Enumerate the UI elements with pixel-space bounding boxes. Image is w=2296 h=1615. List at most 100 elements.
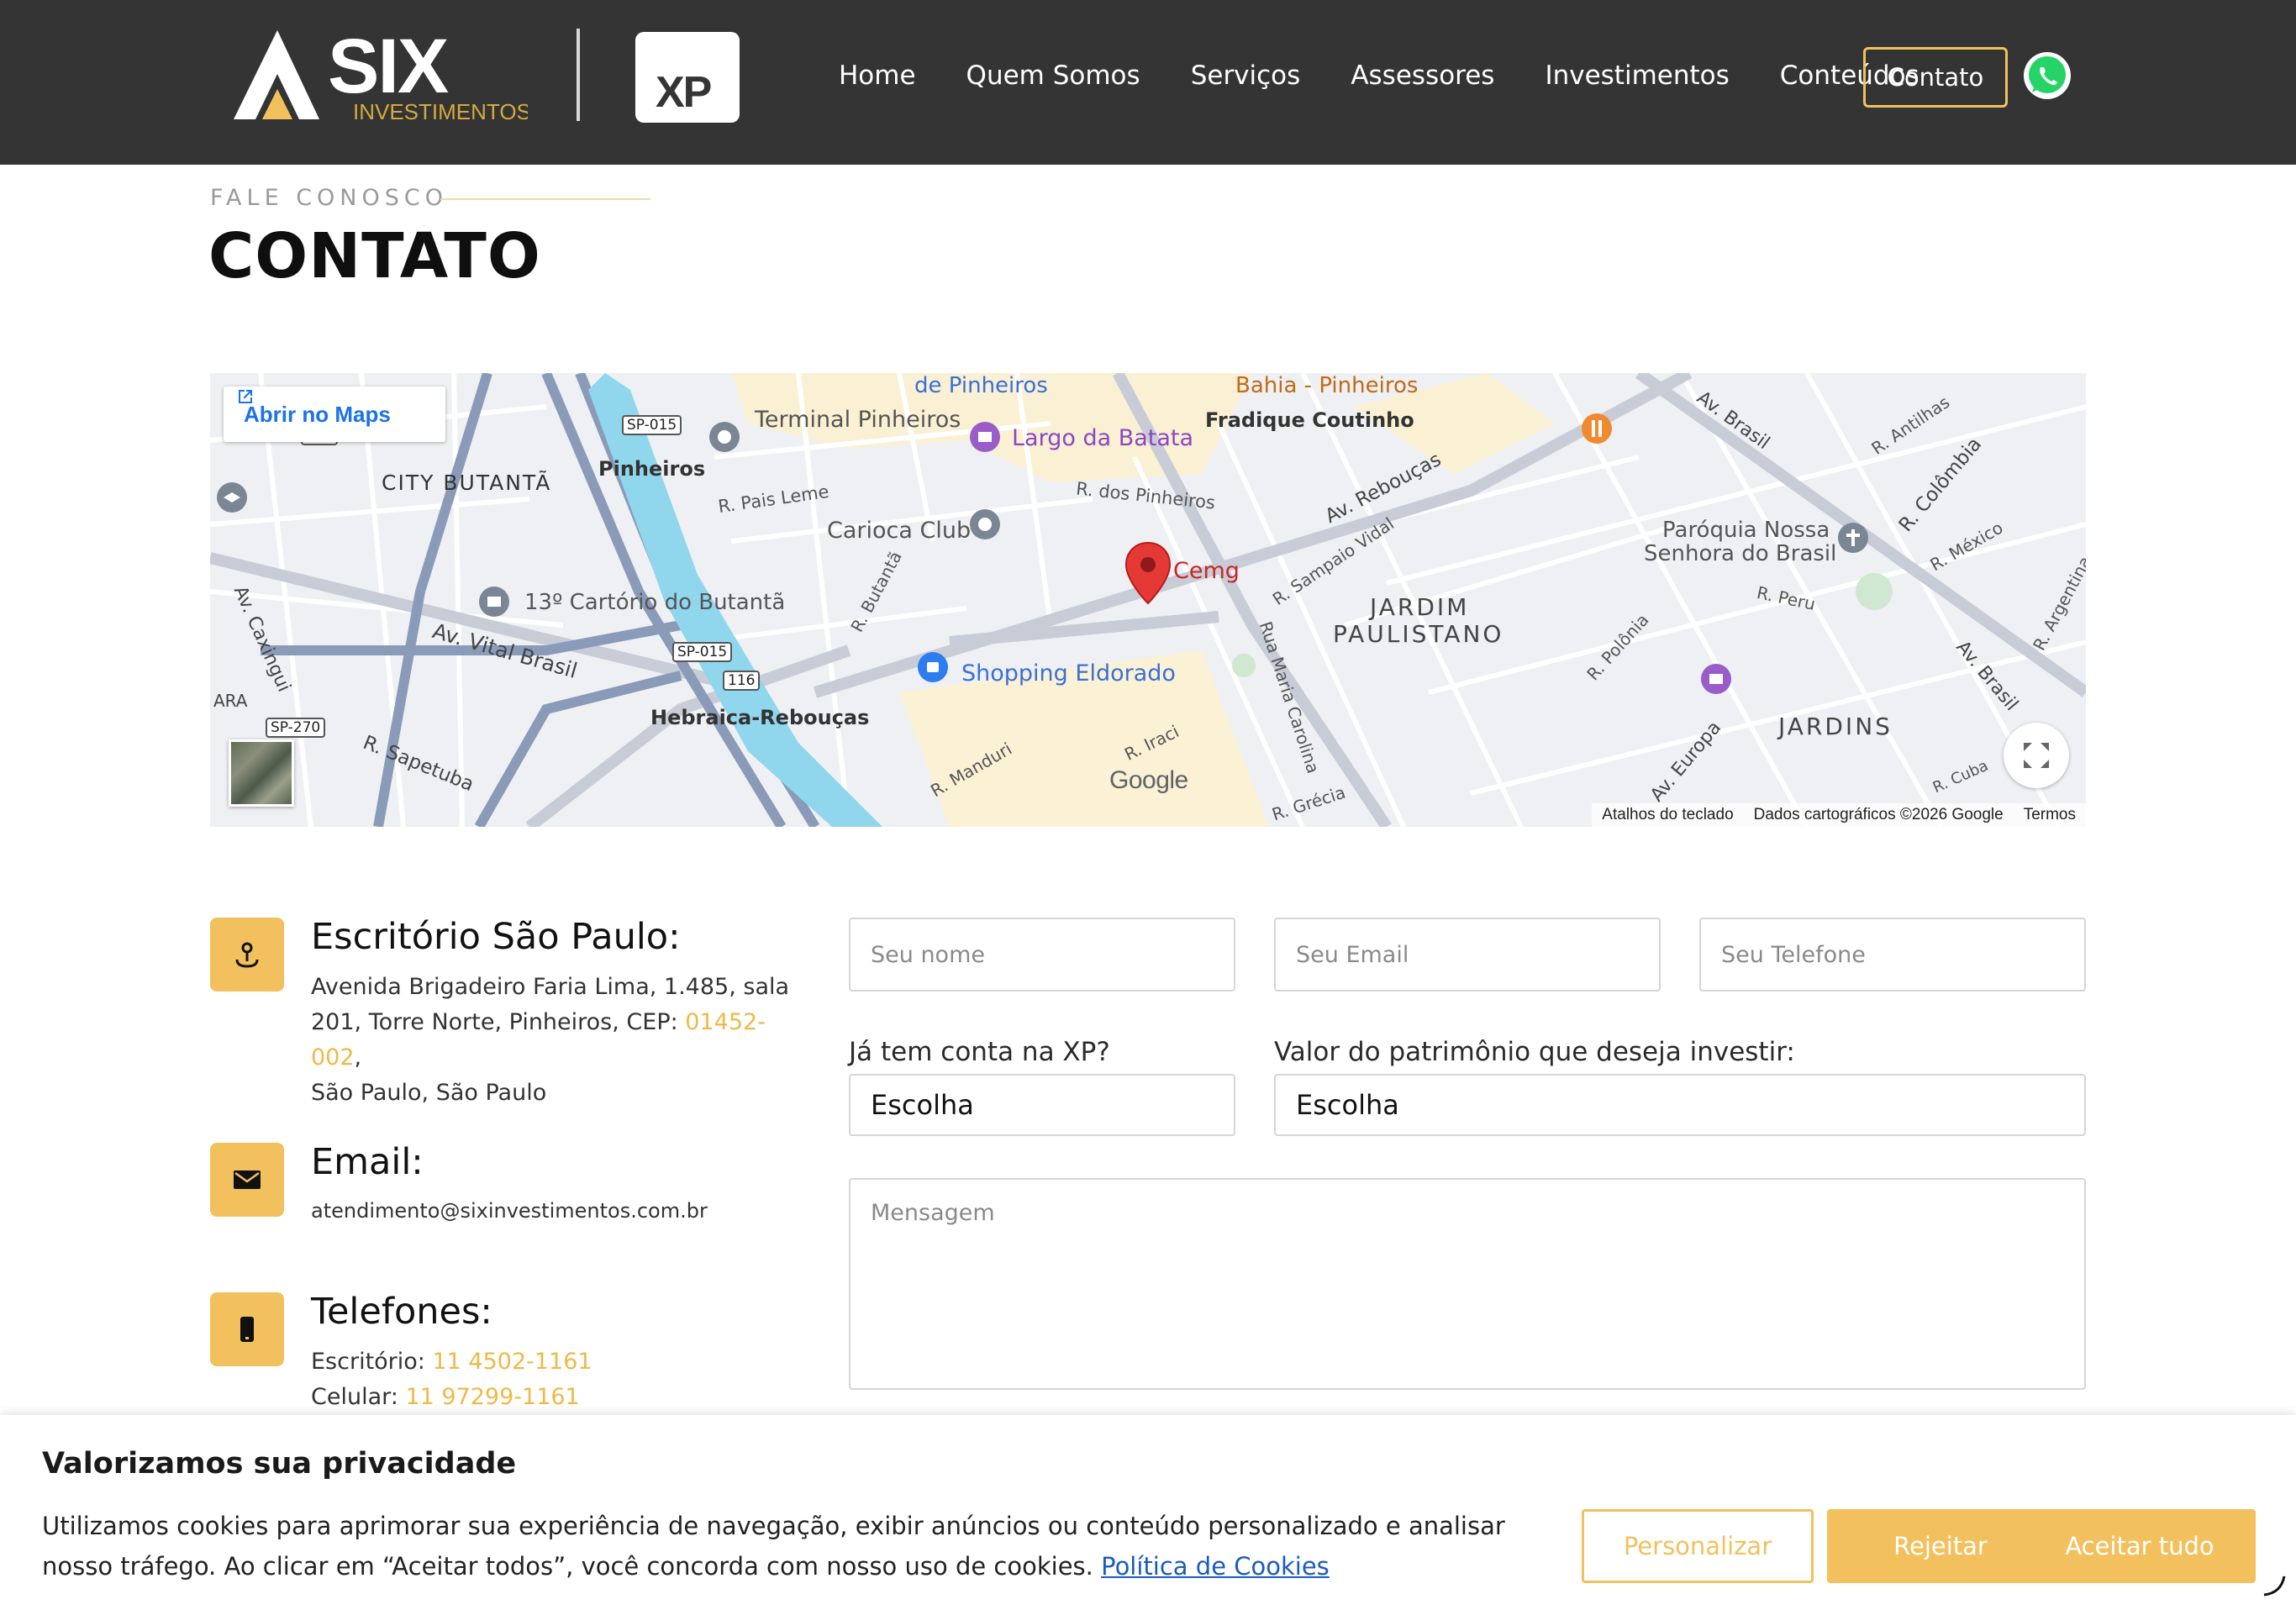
satellite-toggle-thumbnail[interactable] bbox=[229, 739, 294, 807]
phone-input[interactable] bbox=[1699, 918, 2086, 992]
marker-label: Cemg bbox=[1173, 558, 1240, 584]
open-in-maps-label: Abrir no Maps bbox=[244, 401, 391, 427]
map-label-hebraica: Hebraica-Rebouças bbox=[650, 706, 870, 729]
school-pin-icon[interactable] bbox=[215, 481, 249, 523]
patrimony-label: Valor do patrimônio que deseja investir: bbox=[1274, 1037, 1795, 1067]
map-label-pinheiros: Pinheiros bbox=[598, 457, 706, 481]
cell-phone-label: Celular: bbox=[311, 1384, 406, 1410]
shield-116-b: 116 bbox=[723, 671, 761, 691]
xp-logo-text: XP bbox=[656, 68, 712, 117]
map-label-bahia: Bahia - Pinheiros bbox=[1235, 373, 1419, 398]
site-header: SIX INVESTIMENTOS XP Home Quem Somos Ser… bbox=[0, 0, 2296, 165]
map-label-terminal: Terminal Pinheiros bbox=[755, 407, 961, 433]
open-in-maps-button[interactable]: Abrir no Maps bbox=[224, 387, 445, 442]
largo-pin-icon[interactable] bbox=[968, 420, 1002, 462]
fullscreen-icon bbox=[2024, 743, 2049, 768]
terminal-pin-icon[interactable] bbox=[708, 420, 741, 462]
office-address-comma: , bbox=[354, 1044, 362, 1071]
google-logo: Google bbox=[1109, 766, 1188, 794]
name-input[interactable] bbox=[849, 918, 1235, 992]
carioca-pin-icon[interactable] bbox=[968, 508, 1002, 550]
nav-assessores[interactable]: Assessores bbox=[1351, 60, 1494, 91]
email-input[interactable] bbox=[1274, 918, 1661, 992]
loading-spinner-icon bbox=[2263, 1576, 2286, 1597]
office-phone-link[interactable]: 11 4502-1161 bbox=[432, 1349, 592, 1375]
office-address-line-2: 201, Torre Norte, Pinheiros, CEP: 01452-… bbox=[311, 1005, 815, 1076]
office-address-line-1: Avenida Brigadeiro Faria Lima, 1.485, sa… bbox=[311, 974, 790, 1000]
office-phone-label: Escritório: bbox=[311, 1349, 433, 1375]
logo-divider bbox=[577, 29, 580, 121]
map-label-paulistano: PAULISTANO bbox=[1333, 620, 1504, 648]
cookie-banner: Valorizamos sua privacidade Utilizamos c… bbox=[0, 1415, 2296, 1615]
xp-logo[interactable]: XP bbox=[635, 32, 740, 123]
map-data-attribution: Dados cartográficos ©2026 Google bbox=[1753, 806, 2004, 823]
map-label-paroquia-1: Paróquia Nossa bbox=[1662, 518, 1830, 543]
customize-cookies-button[interactable]: Personalizar bbox=[1582, 1509, 1814, 1583]
map-label-city: CITY BUTANTÃ bbox=[382, 471, 552, 495]
office-address-line-3: São Paulo, São Paulo bbox=[311, 1080, 547, 1106]
page-title: CONTATO bbox=[208, 220, 541, 292]
email-title: Email: bbox=[311, 1141, 424, 1183]
eyebrow-line bbox=[440, 198, 650, 200]
xp-account-select[interactable]: Escolha bbox=[849, 1074, 1235, 1136]
xp-account-label: Já tem conta na XP? bbox=[849, 1037, 1110, 1067]
map-label-jardim: JARDIM bbox=[1370, 593, 1470, 621]
email-address[interactable]: atendimento@sixinvestimentos.com.br bbox=[311, 1193, 708, 1228]
external-link-icon bbox=[239, 390, 252, 403]
shield-sp015-b: SP-015 bbox=[672, 642, 733, 662]
fullscreen-button[interactable] bbox=[2004, 723, 2069, 788]
six-logo[interactable]: SIX INVESTIMENTOS bbox=[234, 25, 528, 126]
cookie-title: Valorizamos sua privacidade bbox=[42, 1447, 517, 1481]
keyboard-shortcuts-link[interactable]: Atalhos do teclado bbox=[1602, 806, 1733, 824]
cell-phone-row: Celular: 11 97299-1161 bbox=[311, 1380, 815, 1415]
map-label-mercado: de Pinheiros bbox=[914, 373, 1048, 398]
nav-servicos[interactable]: Serviços bbox=[1191, 60, 1301, 91]
phone-icon-box bbox=[210, 1292, 284, 1366]
phones-list: Escritório: 11 4502-1161 Celular: 11 972… bbox=[311, 1344, 815, 1415]
location-marker-icon[interactable] bbox=[1124, 541, 1172, 605]
map-label-cartorio: 13º Cartório do Butantã bbox=[524, 590, 786, 615]
svg-text:INVESTIMENTOS: INVESTIMENTOS bbox=[353, 99, 528, 124]
nav-investimentos[interactable]: Investimentos bbox=[1545, 60, 1729, 91]
office-phone-row: Escritório: 11 4502-1161 bbox=[311, 1344, 815, 1380]
whatsapp-icon[interactable] bbox=[2022, 50, 2072, 101]
shopping-pin-icon[interactable] bbox=[916, 650, 950, 692]
map-label-shopping: Shopping Eldorado bbox=[961, 660, 1176, 687]
embedded-map[interactable]: Cemg de Pinheiros Bahia - Pinheiros Term… bbox=[210, 373, 2086, 827]
shield-sp015-a: SP-015 bbox=[622, 415, 682, 435]
svg-text:SIX: SIX bbox=[328, 25, 449, 109]
section-eyebrow: FALE CONOSCO bbox=[210, 185, 449, 211]
accept-cookies-button[interactable]: Aceitar tudo bbox=[2024, 1509, 2256, 1583]
nav-quem-somos[interactable]: Quem Somos bbox=[966, 60, 1140, 91]
office-address: Avenida Brigadeiro Faria Lima, 1.485, sa… bbox=[311, 970, 815, 1111]
map-label-fradique: Fradique Coutinho bbox=[1205, 408, 1414, 432]
map-label-ara: ARA bbox=[213, 691, 248, 711]
cell-phone-link[interactable]: 11 97299-1161 bbox=[405, 1384, 579, 1410]
phones-title: Telefones: bbox=[311, 1291, 492, 1333]
mobile-phone-icon bbox=[240, 1317, 254, 1342]
envelope-icon bbox=[234, 1170, 261, 1189]
contact-button[interactable]: Contato bbox=[1863, 47, 2008, 108]
patrimony-select-value: Escolha bbox=[1296, 1089, 1399, 1121]
patrimony-select[interactable]: Escolha bbox=[1274, 1074, 2086, 1136]
museum-pin-icon[interactable] bbox=[1699, 662, 1733, 704]
office-icon-box bbox=[210, 918, 284, 992]
terms-link[interactable]: Termos bbox=[2024, 806, 2076, 824]
cookie-policy-link[interactable]: Política de Cookies bbox=[1101, 1552, 1330, 1581]
church-pin-icon[interactable] bbox=[1836, 521, 1870, 563]
office-address-line-2-text: 201, Torre Norte, Pinheiros, CEP: bbox=[311, 1009, 686, 1035]
map-label-carioca: Carioca Club bbox=[827, 518, 972, 544]
map-label-paroquia-2: Senhora do Brasil bbox=[1644, 541, 1837, 566]
cartorio-pin-icon[interactable] bbox=[477, 585, 511, 627]
cookie-text: Utilizamos cookies para aprimorar sua ex… bbox=[42, 1506, 1580, 1586]
restaurant-pin-icon[interactable] bbox=[1580, 412, 1614, 454]
reject-cookies-button[interactable]: Rejeitar bbox=[1827, 1509, 2054, 1583]
nav-home[interactable]: Home bbox=[839, 60, 916, 91]
map-label-largo: Largo da Batata bbox=[1012, 425, 1194, 451]
map-label-jardins: JARDINS bbox=[1778, 713, 1893, 740]
shield-sp270: SP-270 bbox=[266, 718, 326, 738]
main-nav: Home Quem Somos Serviços Assessores Inve… bbox=[839, 50, 1919, 101]
email-icon-box bbox=[210, 1143, 284, 1217]
office-title: Escritório São Paulo: bbox=[311, 916, 681, 958]
message-textarea[interactable] bbox=[849, 1178, 2086, 1390]
